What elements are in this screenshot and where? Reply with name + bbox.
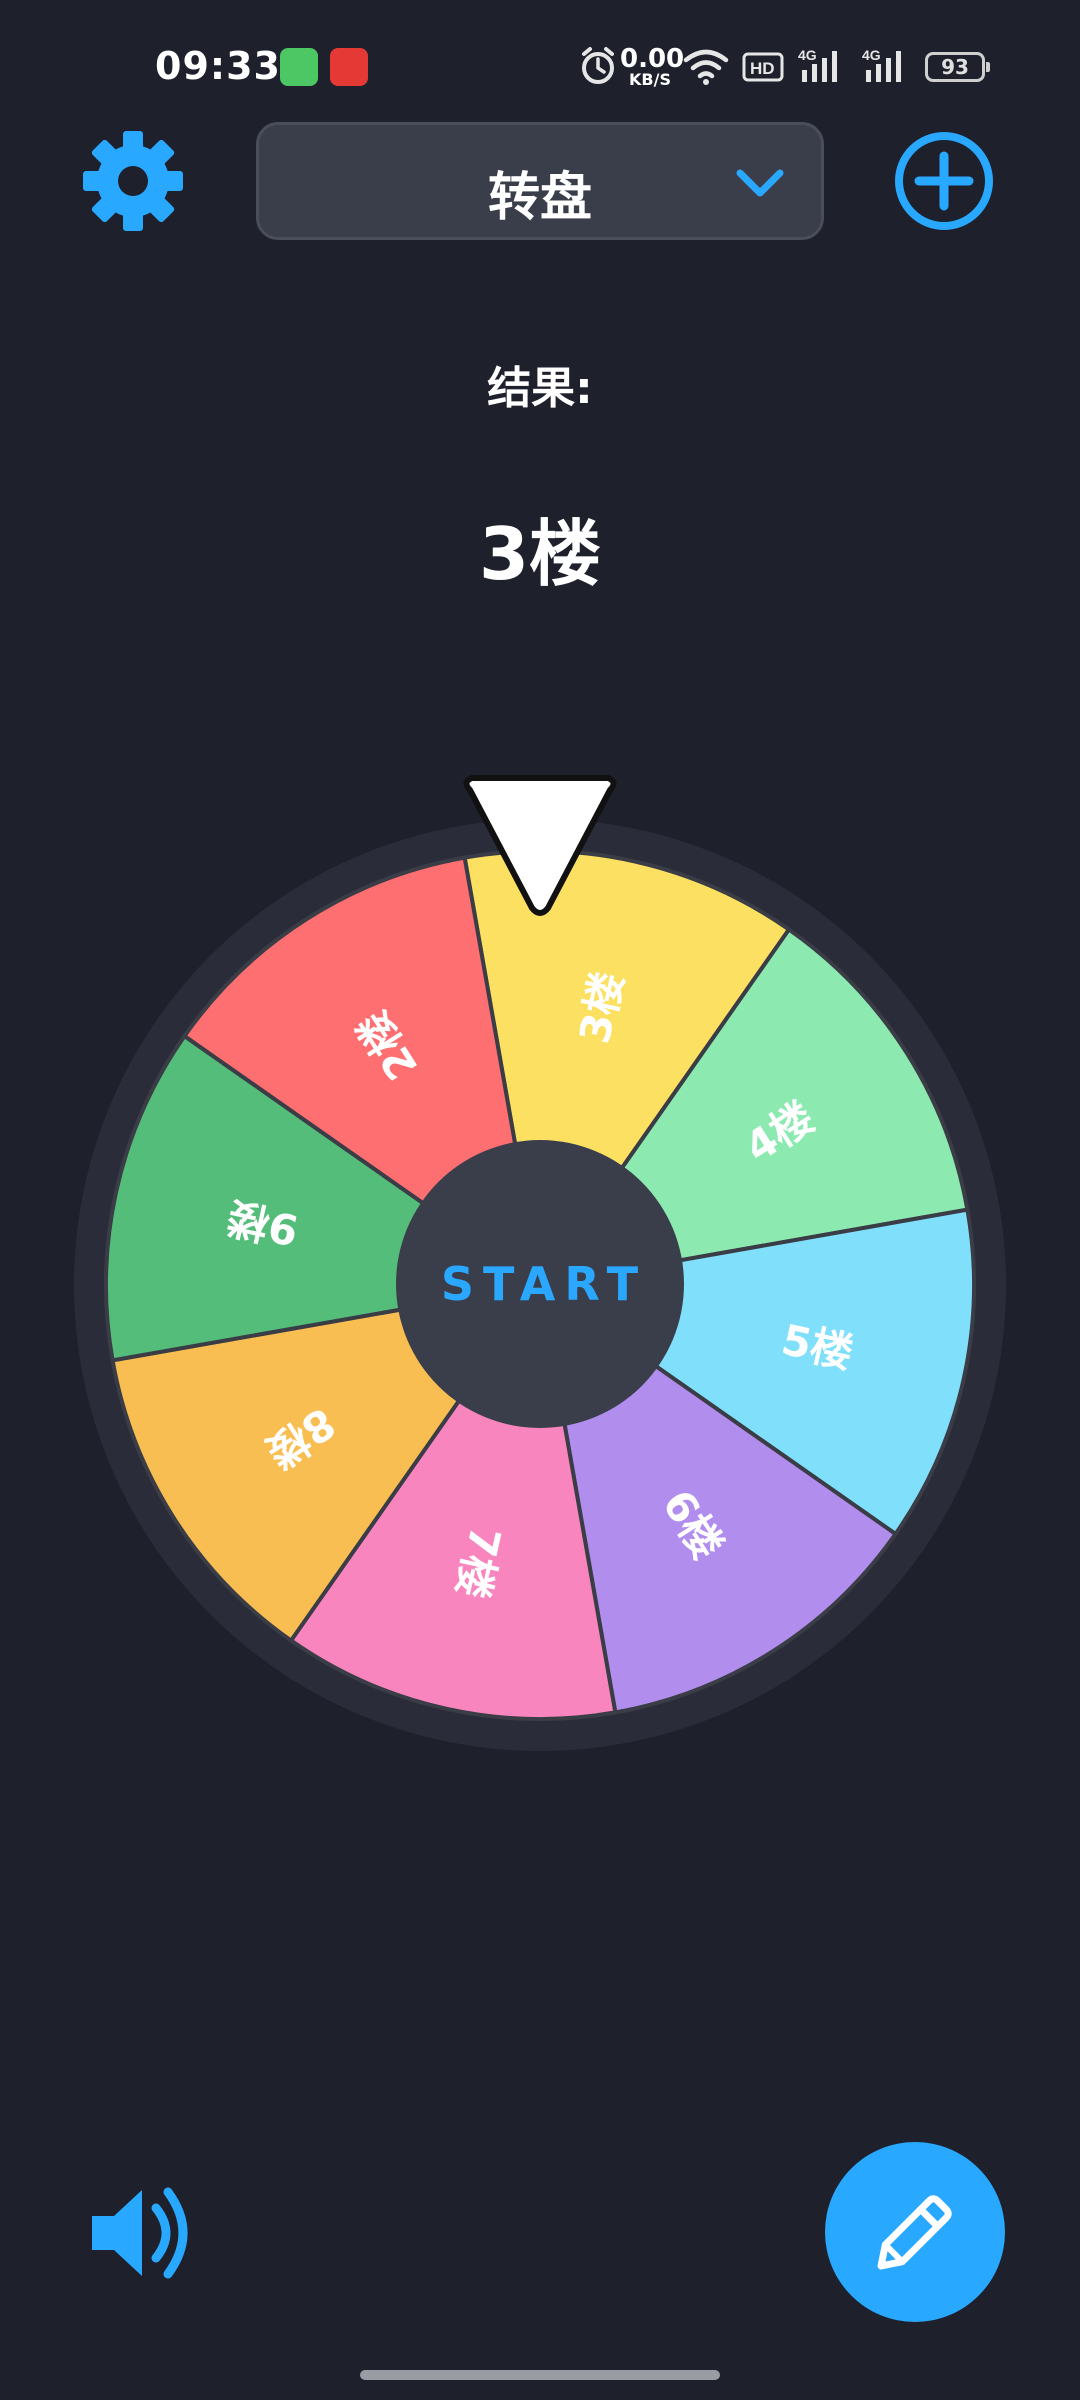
net-speed-unit: KB/S: [629, 70, 671, 89]
hd-icon: HD: [742, 52, 784, 82]
network-speed: 0.00 KB/S: [620, 44, 685, 89]
spin-wheel[interactable]: 3楼 4楼 5楼 6楼 7楼 8楼 9楼 2楼 START: [0, 760, 1080, 1760]
battery-indicator: 93: [925, 52, 990, 82]
svg-text:HD: HD: [750, 59, 775, 78]
home-indicator: [360, 2370, 720, 2380]
svg-text:4G: 4G: [798, 47, 817, 63]
wheel-selector-dropdown[interactable]: 转盘: [256, 122, 824, 240]
speaker-icon[interactable]: [86, 2178, 196, 2288]
net-speed-value: 0.00: [620, 44, 685, 74]
pencil-icon: [877, 2195, 952, 2270]
wheel-app-screen: 09:33 0.00 KB/S HD 4G 4G 93 转盘 结果: 3楼 3楼…: [0, 0, 1080, 2400]
alarm-icon: [582, 47, 614, 84]
start-button[interactable]: START: [396, 1140, 684, 1428]
status-time: 09:33: [155, 44, 281, 88]
result-value: 3楼: [478, 512, 602, 596]
gear-icon[interactable]: [83, 131, 183, 231]
plus-circle-icon[interactable]: [893, 130, 995, 232]
svg-text:4G: 4G: [862, 47, 881, 63]
edit-button[interactable]: [825, 2142, 1005, 2322]
signal-4g-icon-2: 4G: [862, 47, 901, 82]
wifi-icon: [683, 49, 729, 85]
chevron-down-icon: [736, 169, 784, 197]
status-bar: 09:33 0.00 KB/S HD 4G 4G 93: [0, 0, 1080, 130]
messages-app-icon: [280, 48, 318, 86]
signal-4g-icon: 4G: [798, 47, 837, 82]
result-label: 结果:: [487, 363, 593, 414]
red-app-icon: [330, 48, 368, 86]
